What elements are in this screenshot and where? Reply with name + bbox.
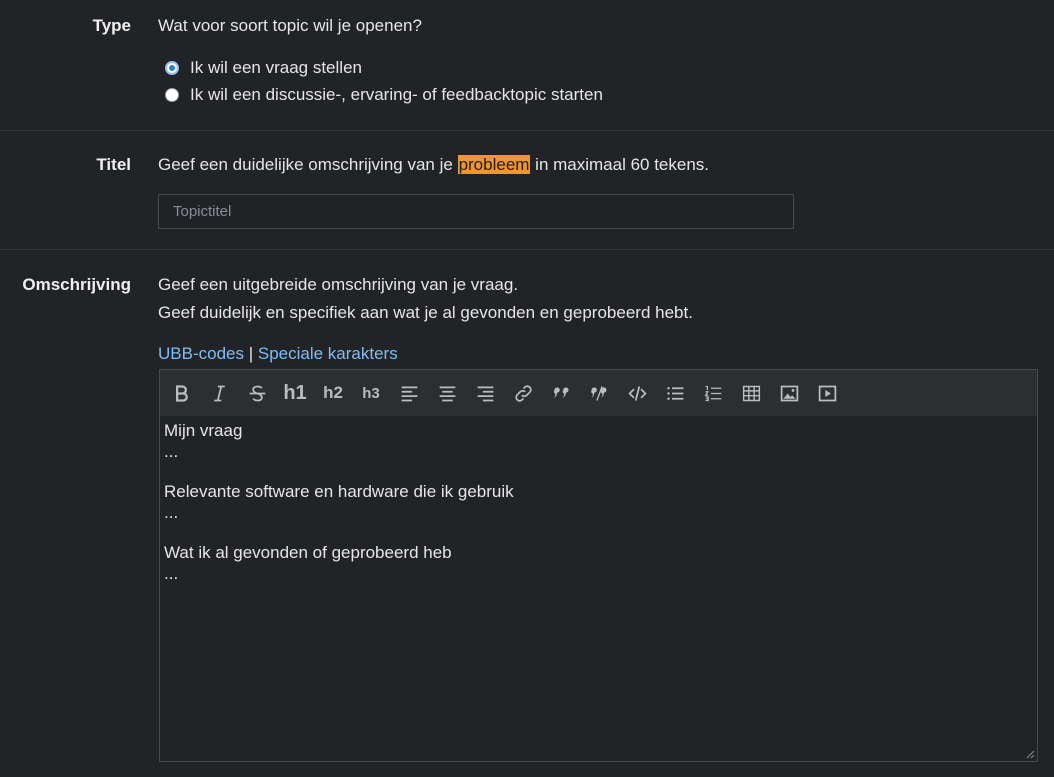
type-label: Type — [92, 16, 131, 35]
heading-3-button[interactable]: h3 — [352, 378, 390, 408]
title-hint: Geef een duidelijke omschrijving van je … — [158, 155, 709, 175]
bold-icon[interactable] — [162, 378, 200, 408]
editor-toolbar: h1 h2 h3 — [160, 370, 1037, 416]
resize-handle-icon[interactable] — [1026, 750, 1035, 759]
radio-button[interactable] — [165, 88, 179, 102]
editor-line: Wat ik al gevonden of geprobeerd heb — [164, 543, 452, 562]
editor-line: Mijn vraag — [164, 421, 243, 440]
image-icon[interactable] — [770, 378, 808, 408]
numbered-list-icon[interactable] — [694, 378, 732, 408]
radio-label: Ik wil een vraag stellen — [190, 58, 362, 77]
title-hint-text: Geef een duidelijke omschrijving van je — [158, 155, 458, 174]
title-label: Titel — [96, 155, 131, 174]
topic-title-input[interactable]: Topictitel — [158, 194, 794, 229]
editor-line: ... — [164, 564, 179, 583]
link-separator: | — [248, 344, 254, 363]
radio-label: Ik wil een discussie-, ervaring- of feed… — [190, 85, 603, 104]
align-left-icon[interactable] — [390, 378, 428, 408]
align-center-icon[interactable] — [428, 378, 466, 408]
radio-option-discussion[interactable]: Ik wil een discussie-, ervaring- of feed… — [165, 85, 603, 105]
title-hint-text-end: in maximaal 60 tekens. — [530, 155, 710, 174]
radio-option-question[interactable]: Ik wil een vraag stellen — [165, 58, 362, 78]
ubb-codes-link[interactable]: UBB-codes — [158, 344, 244, 363]
section-divider — [0, 249, 1054, 250]
editor-line: ... — [164, 503, 179, 522]
quote-icon[interactable] — [542, 378, 580, 408]
description-hint-1: Geef een uitgebreide omschrijving van je… — [158, 275, 519, 294]
special-characters-link[interactable]: Speciale karakters — [258, 344, 398, 363]
align-right-icon[interactable] — [466, 378, 504, 408]
heading-1-button[interactable]: h1 — [276, 378, 314, 408]
highlighted-word: probleem — [457, 155, 531, 174]
description-hint-2: Geef duidelijk en specifiek aan wat je a… — [158, 303, 693, 322]
description-label: Omschrijving — [22, 275, 131, 294]
editor-blank-line — [164, 523, 1033, 542]
video-icon[interactable] — [808, 378, 846, 408]
editor-textarea[interactable]: Mijn vraag ... Relevante software en har… — [160, 416, 1037, 588]
bullet-list-icon[interactable] — [656, 378, 694, 408]
radio-button-checked[interactable] — [165, 61, 179, 75]
editor-line: ... — [164, 442, 179, 461]
rich-text-editor[interactable]: h1 h2 h3 Mijn vraag ... Relevante softwa… — [159, 369, 1038, 762]
table-icon[interactable] — [732, 378, 770, 408]
italic-icon[interactable] — [200, 378, 238, 408]
code-icon[interactable] — [618, 378, 656, 408]
type-question: Wat voor soort topic wil je openen? — [158, 16, 422, 35]
strikethrough-icon[interactable] — [238, 378, 276, 408]
editor-line: Relevante software en hardware die ik ge… — [164, 482, 514, 501]
section-divider — [0, 130, 1054, 131]
editor-help-links: UBB-codes | Speciale karakters — [158, 344, 398, 364]
editor-blank-line — [164, 462, 1033, 481]
unquote-icon[interactable] — [580, 378, 618, 408]
link-icon[interactable] — [504, 378, 542, 408]
heading-2-button[interactable]: h2 — [314, 378, 352, 408]
